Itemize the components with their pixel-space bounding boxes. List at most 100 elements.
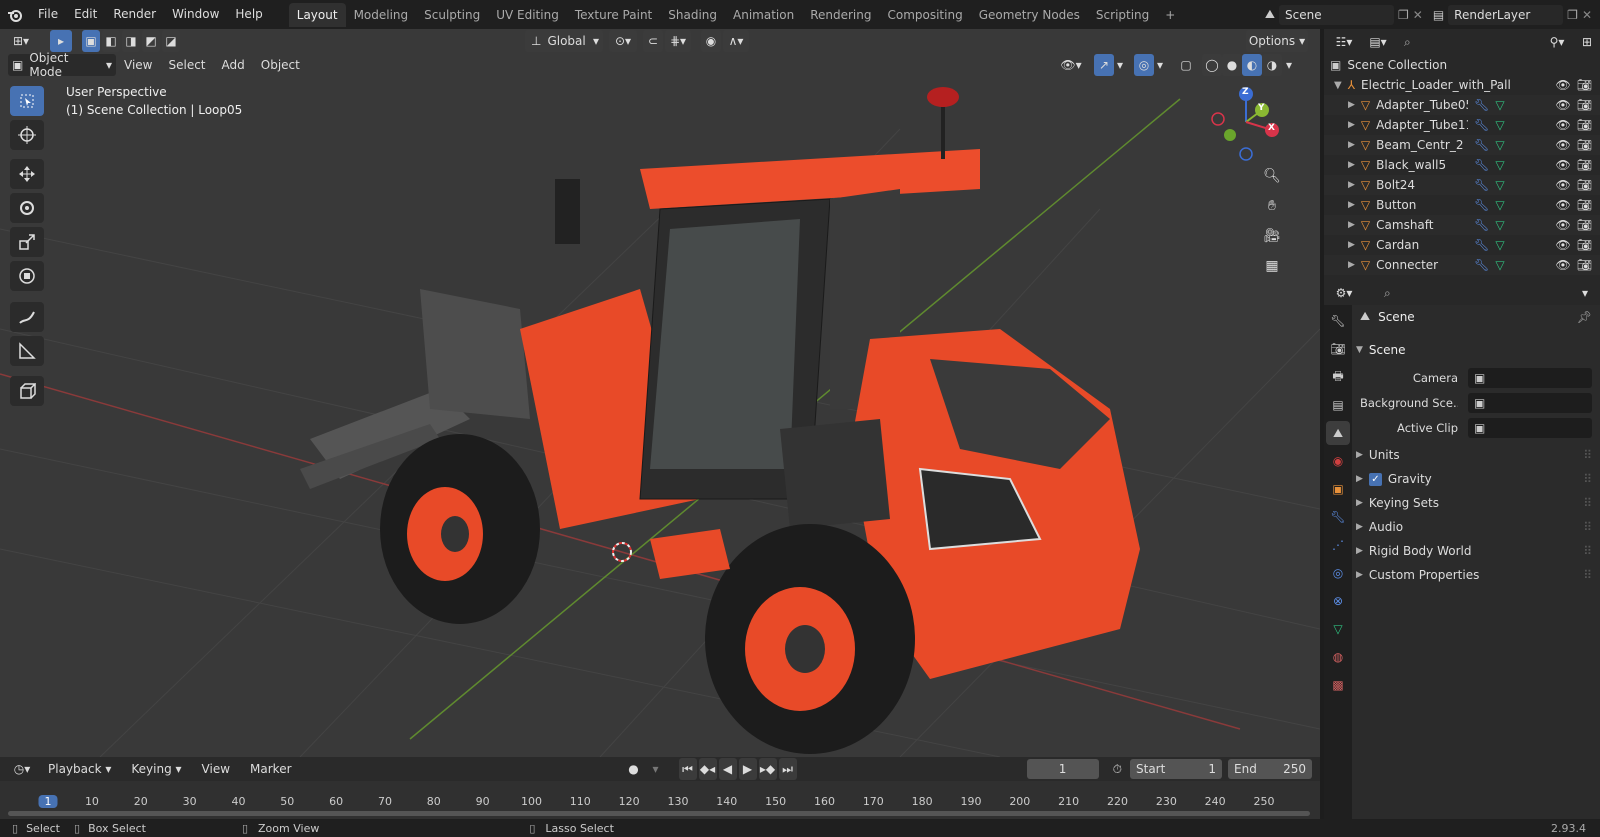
- scene-tab-icon[interactable]: ⛰: [1326, 421, 1350, 445]
- eye-icon[interactable]: 👁︎: [1556, 98, 1571, 112]
- timeline-editor-icon[interactable]: ◷▾: [8, 758, 36, 780]
- mesh-data-icon[interactable]: ▽: [1495, 238, 1504, 252]
- drag-handle-icon[interactable]: ⠿: [1583, 568, 1592, 582]
- display-mode-icon[interactable]: ▤▾: [1364, 31, 1392, 53]
- drag-handle-icon[interactable]: ⠿: [1583, 544, 1592, 558]
- snap-icon[interactable]: ⊂: [643, 30, 663, 52]
- xray-icon[interactable]: ▢: [1176, 54, 1196, 76]
- chevron-down-icon[interactable]: ▾: [1576, 282, 1594, 304]
- chevron-down-icon[interactable]: ▾: [1154, 54, 1166, 76]
- camera-render-icon[interactable]: 📷︎: [1577, 98, 1592, 112]
- render-tab-icon[interactable]: 📷︎: [1326, 337, 1350, 361]
- expand-right-icon[interactable]: ▶: [1348, 100, 1355, 110]
- select-invert-icon[interactable]: ◩: [142, 30, 160, 52]
- overlay-toggle-icon[interactable]: ◎: [1134, 54, 1154, 76]
- outliner-item[interactable]: ▶ ▽ Button 🔧︎ ▽ 👁︎ 📷︎: [1324, 195, 1600, 215]
- play-reverse-icon[interactable]: ◀: [718, 758, 737, 780]
- drag-handle-icon[interactable]: ⠿: [1583, 496, 1592, 510]
- outliner-search-input[interactable]: ⌕: [1398, 33, 1502, 51]
- eye-icon[interactable]: 👁︎: [1556, 218, 1571, 232]
- mesh-data-icon[interactable]: ▽: [1495, 138, 1504, 152]
- measure-tool-icon[interactable]: [10, 336, 44, 366]
- menu-help[interactable]: Help: [227, 0, 270, 29]
- pin-icon[interactable]: 📌︎: [1577, 310, 1592, 324]
- scene-selector[interactable]: ⛰ Scene ❐ ✕: [1265, 4, 1423, 25]
- close-icon[interactable]: ✕: [1582, 8, 1592, 22]
- outliner-parent-object[interactable]: ▼ ⅄ Electric_Loader_with_Pallet_l 👁︎ 📷︎: [1324, 75, 1600, 95]
- mesh-data-icon[interactable]: ▽: [1495, 198, 1504, 212]
- end-frame-field[interactable]: End 250: [1228, 759, 1312, 779]
- add-cube-tool-icon[interactable]: [10, 376, 44, 406]
- scene-section-header[interactable]: ▼ Scene: [1356, 339, 1596, 361]
- camera-render-icon[interactable]: 📷︎: [1577, 238, 1592, 252]
- outliner-item[interactable]: ▶ ▽ Adapter_Tube11 🔧︎ ▽ 👁︎ 📷︎: [1324, 115, 1600, 135]
- play-icon[interactable]: ▶: [738, 758, 757, 780]
- properties-subpanel-header[interactable]: ▶ Rigid Body World ⠿: [1356, 540, 1596, 562]
- select-subtract-icon[interactable]: ◨: [122, 30, 140, 52]
- chevron-down-icon[interactable]: ▾: [649, 758, 663, 780]
- material-tab-icon[interactable]: ◍: [1326, 645, 1350, 669]
- expand-right-icon[interactable]: ▶: [1348, 180, 1355, 190]
- select-box-tool-icon[interactable]: [10, 86, 44, 116]
- jump-end-icon[interactable]: ⏭: [778, 758, 797, 780]
- constraints-tab-icon[interactable]: ⊗: [1326, 589, 1350, 613]
- modifier-icon[interactable]: 🔧︎: [1474, 218, 1489, 232]
- modifier-icon[interactable]: 🔧︎: [1474, 198, 1489, 212]
- select-intersect-icon[interactable]: ◪: [162, 30, 180, 52]
- timeline-menu-view[interactable]: View: [194, 757, 238, 781]
- 3d-viewport[interactable]: User Perspective (1) Scene Collection | …: [0, 29, 1320, 757]
- tab-rendering[interactable]: Rendering: [802, 3, 879, 27]
- camera-render-icon[interactable]: 📷︎: [1577, 158, 1592, 172]
- tab-sculpting[interactable]: Sculpting: [416, 3, 488, 27]
- drag-handle-icon[interactable]: ⠿: [1583, 520, 1592, 534]
- mesh-data-icon[interactable]: ▽: [1495, 178, 1504, 192]
- mesh-data-icon[interactable]: ▽: [1495, 218, 1504, 232]
- proportional-edit-icon[interactable]: ◉: [701, 30, 721, 52]
- outliner-item[interactable]: ▶ ▽ Camshaft 🔧︎ ▽ 👁︎ 📷︎: [1324, 215, 1600, 235]
- annotate-tool-icon[interactable]: [10, 302, 44, 332]
- material-shading-icon[interactable]: ◐: [1242, 54, 1262, 76]
- scene-field-input[interactable]: ▣: [1468, 368, 1592, 388]
- select-extend-icon[interactable]: ◧: [102, 30, 120, 52]
- gravity-checkbox[interactable]: ✓: [1368, 472, 1382, 486]
- camera-render-icon[interactable]: 📷︎: [1577, 258, 1592, 272]
- tab-shading[interactable]: Shading: [660, 3, 725, 27]
- drag-handle-icon[interactable]: ⠿: [1583, 472, 1592, 486]
- falloff-icon[interactable]: ∧▾: [723, 30, 749, 52]
- select-new-icon[interactable]: ▣: [82, 30, 100, 52]
- jump-start-icon[interactable]: ⏮: [678, 758, 697, 780]
- viewlayer-selector[interactable]: ▤ RenderLayer ❐ ✕: [1433, 4, 1592, 25]
- modifier-icon[interactable]: 🔧︎: [1474, 238, 1489, 252]
- object-mode-dropdown[interactable]: ▣ Object Mode ▾: [8, 51, 116, 79]
- modifier-icon[interactable]: 🔧︎: [1474, 118, 1489, 132]
- wireframe-shading-icon[interactable]: ◯: [1202, 54, 1222, 76]
- expand-right-icon[interactable]: ▶: [1348, 120, 1355, 130]
- modifier-icon[interactable]: 🔧︎: [1474, 98, 1489, 112]
- current-frame-field[interactable]: 1: [1026, 759, 1099, 779]
- menu-file[interactable]: File: [30, 0, 66, 29]
- camera-view-icon[interactable]: 🎥︎: [1261, 228, 1283, 250]
- prev-keyframe-icon[interactable]: ◆◂: [698, 758, 717, 780]
- modifier-icon[interactable]: 🔧︎: [1474, 258, 1489, 272]
- ortho-grid-icon[interactable]: ▦: [1261, 258, 1283, 280]
- mesh-data-icon[interactable]: ▽: [1495, 258, 1504, 272]
- properties-editor-icon[interactable]: ⚙▾: [1330, 282, 1358, 304]
- outliner-item[interactable]: ▶ ▽ Connecter 🔧︎ ▽ 👁︎ 📷︎: [1324, 255, 1600, 275]
- expand-right-icon[interactable]: ▶: [1348, 220, 1355, 230]
- outliner-item[interactable]: ▶ ▽ Beam_Centr_2 🔧︎ ▽ 👁︎ 📷︎: [1324, 135, 1600, 155]
- tab-compositing[interactable]: Compositing: [879, 3, 970, 27]
- solid-shading-icon[interactable]: ●: [1222, 54, 1242, 76]
- close-icon[interactable]: ✕: [1413, 8, 1423, 22]
- add-workspace-icon[interactable]: +: [1157, 3, 1183, 27]
- properties-subpanel-header[interactable]: ▶ Keying Sets ⠿: [1356, 492, 1596, 514]
- expand-right-icon[interactable]: ▶: [1348, 140, 1355, 150]
- eye-icon[interactable]: 👁︎: [1556, 118, 1571, 132]
- camera-render-icon[interactable]: 📷︎: [1577, 178, 1592, 192]
- properties-search-input[interactable]: ⌕: [1378, 284, 1484, 302]
- modifier-icon[interactable]: 🔧︎: [1474, 158, 1489, 172]
- transform-tool-icon[interactable]: [10, 261, 44, 291]
- zoom-icon[interactable]: 🔍︎: [1261, 168, 1283, 190]
- options-dropdown[interactable]: Options ▾: [1246, 30, 1308, 52]
- viewport-menu-object[interactable]: Object: [253, 53, 308, 77]
- tab-geometry-nodes[interactable]: Geometry Nodes: [971, 3, 1088, 27]
